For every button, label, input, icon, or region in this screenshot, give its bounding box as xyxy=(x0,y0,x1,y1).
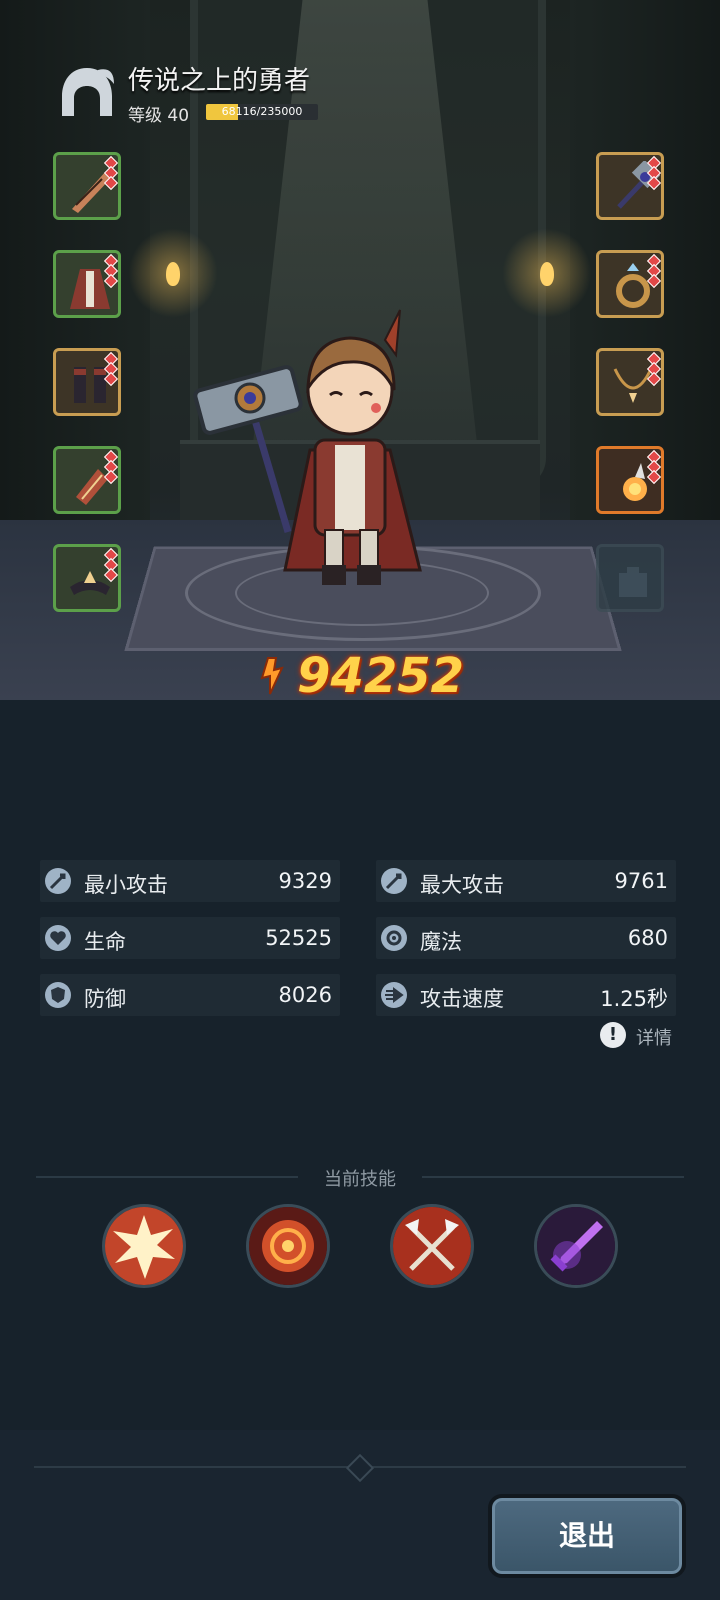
stat-label: 攻击速度 xyxy=(420,987,504,1011)
skills-title: 当前技能 xyxy=(324,1169,396,1190)
stat-value: 1.25秒 xyxy=(600,987,668,1011)
player-title: 传说之上的勇者 xyxy=(128,66,311,96)
stat-label: 魔法 xyxy=(420,930,462,954)
explosion-skill-icon xyxy=(105,1207,183,1285)
stat-attack-speed: 攻击速度 1.25秒 xyxy=(376,974,676,1016)
hero-character xyxy=(193,309,422,585)
skill-crossed-axes[interactable] xyxy=(390,1204,474,1288)
stat-min-attack: 最小攻击 9329 xyxy=(40,860,340,902)
equip-slot-necklace[interactable] xyxy=(596,348,664,416)
stat-value: 52525 xyxy=(265,926,332,950)
stat-label: 生命 xyxy=(84,930,126,954)
equip-slot-feather[interactable] xyxy=(53,152,121,220)
equip-slot-hammer[interactable] xyxy=(596,152,664,220)
detail-label: 详情 xyxy=(636,1028,672,1049)
exit-button[interactable]: 退出 xyxy=(488,1494,686,1578)
skill-shadow-blade[interactable] xyxy=(534,1204,618,1288)
helmet-avatar-icon[interactable] xyxy=(58,64,116,122)
shadow-blade-skill-icon xyxy=(537,1207,615,1285)
equip-slot-empty-slot[interactable] xyxy=(596,544,664,612)
stat-label: 防御 xyxy=(84,987,126,1011)
equip-slot-boots[interactable] xyxy=(53,348,121,416)
combat-power: 94252 xyxy=(0,648,720,708)
footer-bar: 退出 xyxy=(0,1430,720,1600)
crossed-axes-skill-icon xyxy=(393,1207,471,1285)
torch-left xyxy=(128,228,218,318)
xp-bar: 68116/235000 xyxy=(206,104,318,120)
stat-value: 9761 xyxy=(614,869,668,893)
equip-slot-flame-charm[interactable] xyxy=(596,446,664,514)
equip-slot-tiara[interactable] xyxy=(53,544,121,612)
speed-icon xyxy=(381,982,407,1008)
stat-defense: 防御 8026 xyxy=(40,974,340,1016)
stat-label: 最小攻击 xyxy=(84,873,168,897)
equip-slot-robe[interactable] xyxy=(53,250,121,318)
stat-value: 9329 xyxy=(278,869,332,893)
shield-icon xyxy=(45,982,71,1008)
combat-power-value: 94252 xyxy=(297,648,465,704)
player-level: 等级 40 xyxy=(128,106,190,126)
xp-text: 68116/235000 xyxy=(221,105,303,118)
stat-value: 680 xyxy=(627,926,668,950)
fire-vortex-skill-icon xyxy=(249,1207,327,1285)
sword-icon xyxy=(381,868,407,894)
combat-power-icon xyxy=(260,657,284,695)
skill-fire-vortex[interactable] xyxy=(246,1204,330,1288)
stat-value: 8026 xyxy=(278,983,332,1007)
stat-hp: 生命 52525 xyxy=(40,917,340,959)
stat-max-attack: 最大攻击 9761 xyxy=(376,860,676,902)
skill-explosion[interactable] xyxy=(102,1204,186,1288)
stat-label: 最大攻击 xyxy=(420,873,504,897)
magic-icon xyxy=(381,925,407,951)
torch-right xyxy=(502,228,592,318)
sword-icon xyxy=(45,868,71,894)
empty-slot-icon xyxy=(619,567,647,597)
info-icon: ! xyxy=(600,1022,626,1048)
equip-slot-ring[interactable] xyxy=(596,250,664,318)
stat-magic: 魔法 680 xyxy=(376,917,676,959)
equip-slot-bracer[interactable] xyxy=(53,446,121,514)
footer-ornament-icon xyxy=(345,1453,375,1483)
heart-icon xyxy=(45,925,71,951)
